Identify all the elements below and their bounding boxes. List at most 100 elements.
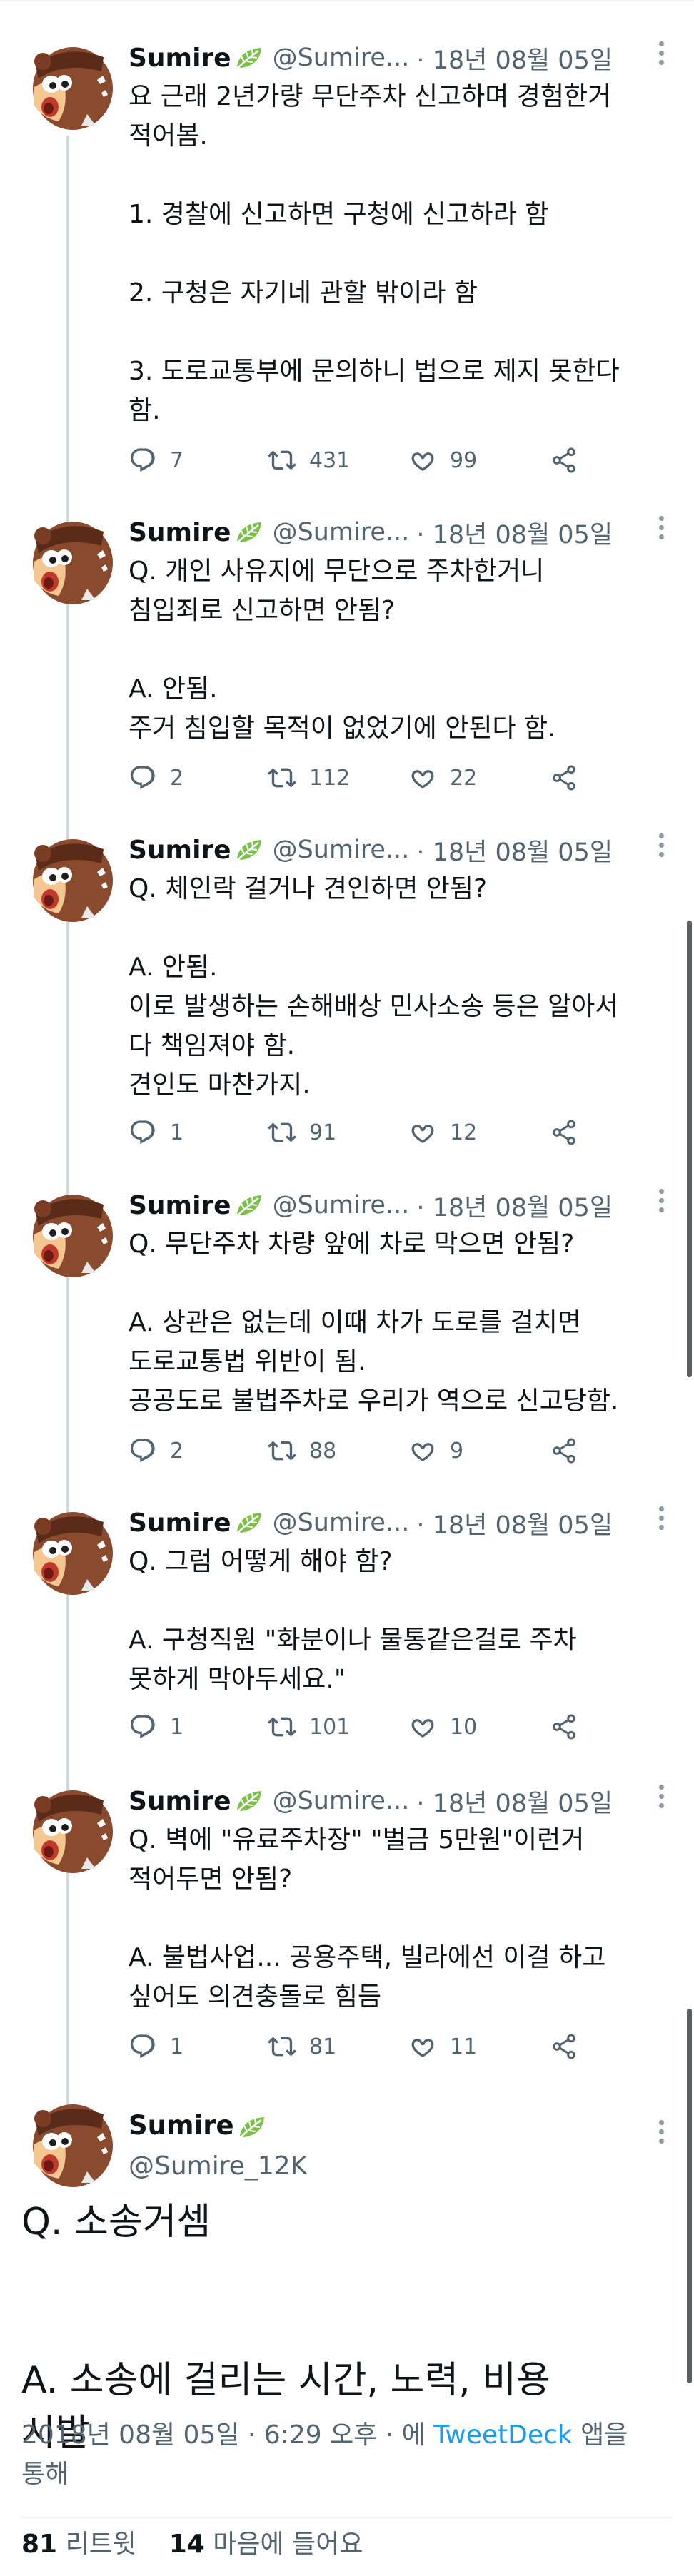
display-name[interactable]: Sumire [129, 2110, 268, 2141]
more-icon[interactable] [658, 1189, 665, 1217]
timestamp[interactable]: · 18년 08월 05일 [416, 1187, 613, 1224]
retweet-button[interactable]: 101 [268, 1709, 350, 1745]
tweet[interactable]: Sumire @Sumire... · 18년 08월 05일 Q. 체인락 걸… [0, 829, 694, 1157]
retweet-button[interactable]: 81 [268, 2029, 336, 2064]
share-button[interactable] [550, 1433, 591, 1469]
like-button[interactable]: 10 [408, 1709, 477, 1745]
share-icon [550, 446, 578, 475]
display-name[interactable]: Sumire [129, 518, 231, 547]
handle[interactable]: @Sumire... [273, 518, 410, 547]
like-button[interactable]: 22 [408, 760, 477, 796]
retweet-button[interactable]: 91 [268, 1115, 336, 1150]
more-icon[interactable] [658, 516, 665, 544]
leaf-emoji [233, 1191, 266, 1219]
timestamp[interactable]: · 18년 08월 05일 [416, 1505, 613, 1541]
like-button[interactable]: 99 [408, 442, 477, 478]
display-name[interactable]: Sumire [129, 1787, 231, 1816]
retweet-label: 리트윗 [65, 2530, 136, 2559]
handle[interactable]: @Sumire... [273, 44, 410, 72]
share-button[interactable] [550, 2029, 591, 2064]
heart-icon [408, 1118, 437, 1147]
retweet-button[interactable]: 431 [268, 442, 350, 478]
avatar[interactable] [21, 1780, 114, 1873]
like-button[interactable]: 12 [408, 1115, 477, 1150]
tweet-timestamp: 2018년 08월 05일 · 6:29 오후 · 에 TweetDeck 앱을… [21, 2415, 678, 2494]
reply-button[interactable]: 2 [129, 1433, 183, 1469]
more-icon[interactable] [658, 41, 665, 70]
timestamp-text[interactable]: 2018년 08월 05일 · 6:29 오후 · 에 [21, 2420, 433, 2450]
share-icon [550, 1713, 578, 1741]
heart-icon [408, 1436, 437, 1465]
heart-icon [408, 764, 437, 792]
timestamp[interactable]: · 18년 08월 05일 [416, 514, 613, 551]
leaf-emoji [233, 518, 266, 547]
heart-icon [408, 2032, 437, 2061]
retweet-button[interactable]: 88 [268, 1433, 336, 1469]
avatar[interactable] [21, 829, 114, 922]
retweet-icon [268, 1713, 296, 1741]
scrollbar[interactable] [687, 2009, 692, 2383]
handle[interactable]: @Sumire... [273, 1787, 410, 1815]
share-button[interactable] [550, 1709, 591, 1745]
handle[interactable]: @Sumire_12K [129, 2151, 307, 2181]
avatar[interactable] [21, 37, 114, 130]
like-stat[interactable]: 14 마음에 들어요 [169, 2530, 363, 2559]
tweet-actions: 1 91 12 [129, 1115, 671, 1150]
reply-button[interactable]: 1 [129, 1115, 183, 1150]
reply-button[interactable]: 1 [129, 2029, 183, 2064]
retweet-stat[interactable]: 81 리트윗 [21, 2530, 136, 2559]
display-name[interactable]: Sumire [129, 1508, 231, 1538]
more-icon[interactable] [658, 1785, 665, 1813]
engagement-stats: 81 리트윗 14 마음에 들어요 [21, 2522, 363, 2567]
tweet[interactable]: Sumire @Sumire... · 18년 08월 05일 Q. 개인 사유… [0, 512, 694, 804]
avatar[interactable] [21, 1502, 114, 1595]
tweet-actions: 7 431 99 [129, 442, 671, 478]
avatar[interactable] [21, 1185, 114, 1277]
retweet-button[interactable]: 112 [268, 760, 350, 796]
tweet[interactable]: Sumire @Sumire... · 18년 08월 05일 Q. 무단주차 … [0, 1185, 694, 1477]
like-button[interactable]: 11 [408, 2029, 477, 2064]
reply-count: 1 [170, 2034, 184, 2059]
tweet[interactable]: Sumire @Sumire... · 18년 08월 05일 Q. 그럼 어떻… [0, 1502, 694, 1748]
reply-icon [129, 1118, 157, 1147]
share-button[interactable] [550, 442, 591, 478]
display-name[interactable]: Sumire [129, 44, 231, 73]
handle[interactable]: @Sumire... [273, 1508, 410, 1537]
more-icon[interactable] [658, 1506, 665, 1535]
leaf-emoji [236, 2113, 268, 2141]
share-icon [550, 1436, 578, 1465]
scrollbar[interactable] [687, 921, 692, 1377]
share-button[interactable] [550, 1115, 591, 1150]
avatar[interactable] [21, 512, 114, 604]
tweet-text: Q. 그럼 어떻게 해야 함? A. 구청직원 "화분이나 물통같은걸로 주차 … [129, 1547, 577, 1694]
reply-icon [129, 1713, 157, 1741]
share-icon [550, 1118, 578, 1147]
reply-button[interactable]: 2 [129, 760, 183, 796]
tweet[interactable]: Sumire @Sumire... · 18년 08월 05일 요 근래 2년가… [0, 37, 694, 494]
tweet-text: 요 근래 2년가량 무단주차 신고하며 경험한거 적어봄. 1. 경찰에 신고하… [129, 82, 620, 425]
heart-icon [408, 446, 437, 475]
retweet-icon [268, 1118, 296, 1147]
share-button[interactable] [550, 760, 591, 796]
source-link[interactable]: TweetDeck [433, 2420, 572, 2450]
display-name[interactable]: Sumire [129, 836, 231, 865]
tweet-header: Sumire @Sumire... · 18년 08월 05일 [129, 1185, 613, 1226]
like-button[interactable]: 9 [408, 1433, 463, 1469]
more-icon[interactable] [658, 833, 665, 862]
handle[interactable]: @Sumire... [273, 1191, 410, 1219]
timestamp[interactable]: · 18년 08월 05일 [416, 40, 613, 76]
tweet-text: Q. 개인 사유지에 무단으로 주차한거니 침입죄로 신고하면 안됨? A. 안… [129, 557, 556, 743]
timestamp[interactable]: · 18년 08월 05일 [416, 1783, 613, 1820]
reply-button[interactable]: 7 [129, 442, 183, 478]
timestamp[interactable]: · 18년 08월 05일 [416, 832, 613, 868]
handle[interactable]: @Sumire... [273, 836, 410, 864]
avatar[interactable] [21, 2094, 114, 2187]
more-icon[interactable] [658, 2120, 665, 2149]
tweet[interactable]: Sumire @Sumire... · 18년 08월 05일 Q. 벽에 "유… [0, 1780, 694, 2080]
retweet-icon [268, 1436, 296, 1465]
reply-button[interactable]: 1 [129, 1709, 183, 1745]
tweet-header: Sumire @Sumire... · 18년 08월 05일 [129, 512, 613, 553]
leaf-emoji [233, 1508, 266, 1537]
like-total: 14 [169, 2530, 205, 2559]
display-name[interactable]: Sumire [129, 1191, 231, 1220]
